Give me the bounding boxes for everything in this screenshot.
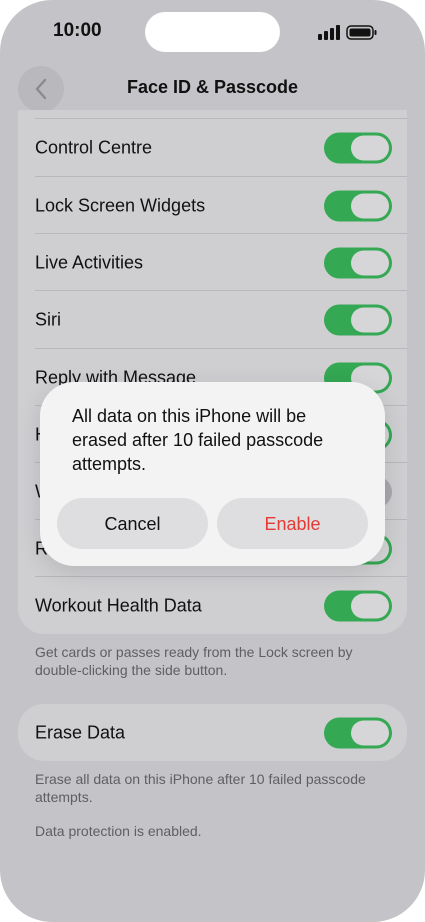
row-control-centre: Control Centre [35, 119, 392, 176]
erase-data-group: Erase Data [18, 704, 407, 761]
live-activities-toggle[interactable] [324, 247, 392, 278]
row-siri: Siri [35, 291, 392, 348]
status-time: 10:00 [53, 20, 102, 41]
wallet-footer-text: Get cards or passes ready from the Lock … [35, 644, 353, 678]
row-workout-health-data: Workout Health Data [35, 577, 392, 634]
row-label: Siri [35, 309, 61, 329]
dynamic-island [145, 12, 280, 52]
toggle-knob [351, 135, 389, 160]
toggle-knob [351, 307, 389, 332]
row-label: Erase Data [35, 722, 126, 742]
erase-data-footer-text: Erase all data on this iPhone after 10 f… [35, 771, 366, 805]
lock-screen-widgets-toggle[interactable] [324, 190, 392, 221]
erase-data-alert: All data on this iPhone will be erased a… [40, 382, 385, 566]
page-title: Face ID & Passcode [126, 77, 299, 97]
toggle-knob [351, 593, 389, 618]
row-live-activities: Live Activities [35, 234, 392, 291]
row-label: Control Centre [35, 137, 153, 157]
erase-data-toggle[interactable] [324, 717, 392, 748]
enable-button[interactable]: Enable [217, 498, 368, 549]
cancel-button[interactable]: Cancel [57, 498, 208, 549]
alert-message: All data on this iPhone will be erased a… [72, 406, 324, 474]
battery-icon [346, 25, 377, 40]
toggle-knob [351, 720, 389, 745]
row-label: Workout Health Data [35, 595, 202, 615]
phone-screen: 10:00 Face ID & Passcode Control Centre … [0, 0, 425, 922]
toggle-knob [351, 193, 389, 218]
toggle-knob [351, 250, 389, 275]
row-erase-data: Erase Data [35, 704, 392, 761]
row-label: Live Activities [35, 252, 144, 272]
cellular-signal-icon [318, 25, 340, 40]
status-icons [318, 25, 377, 40]
siri-toggle[interactable] [324, 304, 392, 335]
row-lock-screen-widgets: Lock Screen Widgets [35, 177, 392, 234]
workout-health-data-toggle[interactable] [324, 590, 392, 621]
row-label: Lock Screen Widgets [35, 195, 206, 215]
data-protection-text: Data protection is enabled. [35, 823, 202, 839]
control-centre-toggle[interactable] [324, 132, 392, 163]
